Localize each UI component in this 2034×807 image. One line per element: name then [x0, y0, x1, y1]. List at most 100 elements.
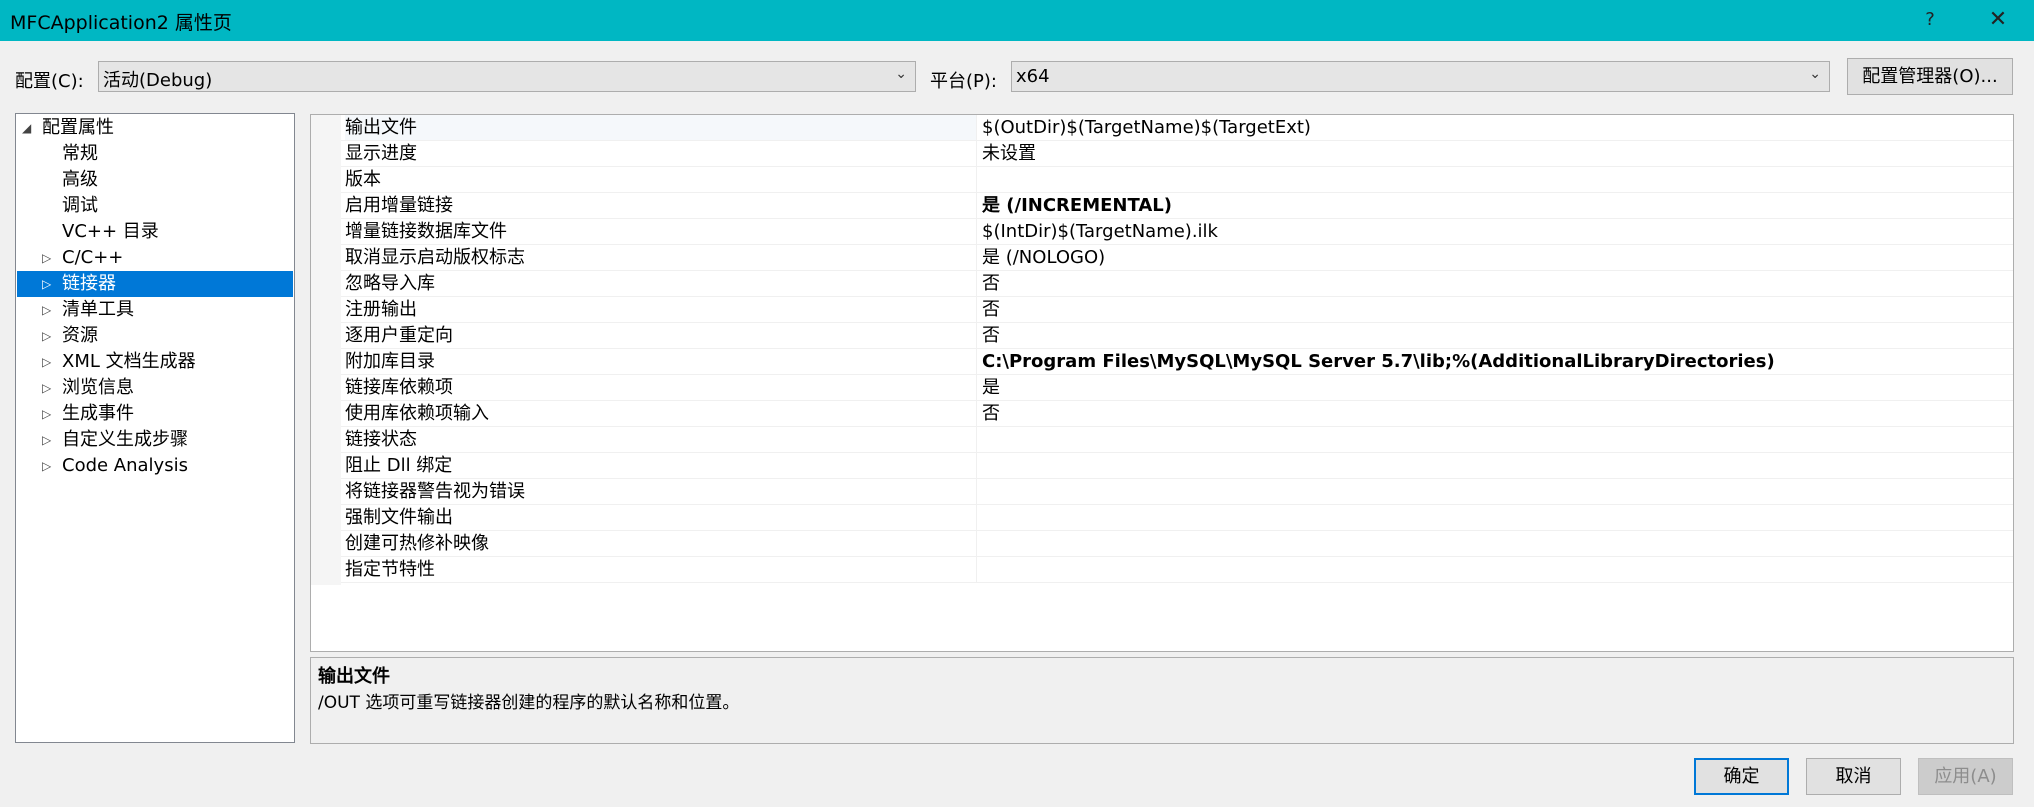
- property-row[interactable]: 增量链接数据库文件 $(IntDir)$(TargetName).ilk: [341, 219, 2013, 245]
- collapsed-arrow-icon[interactable]: ▷: [42, 375, 51, 401]
- property-name: 增量链接数据库文件: [345, 219, 977, 244]
- tree-item-label: Code Analysis: [62, 455, 188, 476]
- property-value[interactable]: 是 (/INCREMENTAL): [982, 193, 1172, 218]
- property-row[interactable]: 忽略导入库否: [341, 271, 2013, 297]
- property-name: 阻止 Dll 绑定: [345, 453, 977, 478]
- tree-item[interactable]: ◢ 配置属性: [17, 115, 293, 141]
- tree-item-label: 自定义生成步骤: [62, 429, 188, 450]
- property-value[interactable]: 未设置: [982, 141, 1036, 166]
- property-row[interactable]: 输出文件 $(OutDir)$(TargetName)$(TargetExt): [341, 115, 2013, 141]
- collapsed-arrow-icon[interactable]: ▷: [42, 453, 51, 479]
- tree-item[interactable]: ▷ C/C++: [17, 245, 293, 271]
- property-name: 附加库目录: [345, 349, 977, 374]
- tree-item-label: 浏览信息: [62, 377, 134, 398]
- cancel-button[interactable]: 取消: [1806, 758, 1901, 795]
- tree-item[interactable]: 高级: [17, 167, 293, 193]
- collapsed-arrow-icon[interactable]: ▷: [42, 323, 51, 349]
- tree-item[interactable]: ▷ 清单工具: [17, 297, 293, 323]
- collapsed-arrow-icon[interactable]: ▷: [42, 349, 51, 375]
- tree-item[interactable]: ▷ 自定义生成步骤: [17, 427, 293, 453]
- tree-item[interactable]: ▷ XML 文档生成器: [17, 349, 293, 375]
- tree-item-label: 高级: [62, 169, 98, 190]
- property-name: 将链接器警告视为错误: [345, 479, 977, 504]
- tree-item-label: 生成事件: [62, 403, 134, 424]
- tree-item-label: 清单工具: [62, 299, 134, 320]
- tree-item[interactable]: VC++ 目录: [17, 219, 293, 245]
- expanded-arrow-icon[interactable]: ◢: [22, 115, 31, 141]
- property-name: 强制文件输出: [345, 505, 977, 530]
- property-row[interactable]: 将链接器警告视为错误: [341, 479, 2013, 505]
- property-value[interactable]: C:\Program Files\MySQL\MySQL Server 5.7\…: [982, 349, 1775, 374]
- apply-button[interactable]: 应用(A): [1918, 758, 2013, 795]
- property-name: 指定节特性: [345, 557, 977, 582]
- property-name: 创建可热修补映像: [345, 531, 977, 556]
- property-value[interactable]: 是 (/NOLOGO): [982, 245, 1105, 270]
- property-value[interactable]: 否: [982, 297, 1000, 322]
- property-name: 注册输出: [345, 297, 977, 322]
- config-manager-button[interactable]: 配置管理器(O)...: [1847, 58, 2013, 95]
- window-title: MFCApplication2 属性页: [10, 12, 232, 34]
- property-row[interactable]: 取消显示启动版权标志是 (/NOLOGO): [341, 245, 2013, 271]
- property-row[interactable]: 显示进度 未设置: [341, 141, 2013, 167]
- property-tree[interactable]: ◢ 配置属性 常规 高级 调试 VC++ 目录 ▷ C/C++ ▷ 链接器 ▷ 清单工具 ▷ 资源 ▷ XML…: [15, 113, 295, 743]
- property-name: 使用库依赖项输入: [345, 401, 977, 426]
- property-row[interactable]: 注册输出否: [341, 297, 2013, 323]
- ok-button[interactable]: 确定: [1694, 758, 1789, 795]
- property-value[interactable]: $(OutDir)$(TargetName)$(TargetExt): [982, 115, 1311, 140]
- property-row[interactable]: 阻止 Dll 绑定: [341, 453, 2013, 479]
- property-row[interactable]: 指定节特性: [341, 557, 2013, 583]
- property-value[interactable]: $(IntDir)$(TargetName).ilk: [982, 219, 1218, 244]
- property-name: 链接状态: [345, 427, 977, 452]
- property-name: 显示进度: [345, 141, 977, 166]
- collapsed-arrow-icon[interactable]: ▷: [42, 297, 51, 323]
- tree-item[interactable]: ▷ 资源: [17, 323, 293, 349]
- property-name: 链接库依赖项: [345, 375, 977, 400]
- property-value[interactable]: 否: [982, 271, 1000, 296]
- tree-item[interactable]: ▷ Code Analysis: [17, 453, 293, 479]
- tree-item[interactable]: ▷ 生成事件: [17, 401, 293, 427]
- tree-item[interactable]: ▷ 链接器: [17, 271, 293, 297]
- config-select[interactable]: 活动(Debug) ⌄: [98, 61, 916, 92]
- tree-item-label: 常规: [62, 143, 98, 164]
- tree-item-label: 调试: [62, 195, 98, 216]
- tree-item[interactable]: 调试: [17, 193, 293, 219]
- chevron-down-icon: ⌄: [1809, 66, 1821, 82]
- description-pane: 输出文件 /OUT 选项可重写链接器创建的程序的默认名称和位置。: [310, 657, 2014, 744]
- title-bar: MFCApplication2 属性页 ? ✕: [0, 0, 2034, 41]
- property-name: 逐用户重定向: [345, 323, 977, 348]
- property-value[interactable]: 否: [982, 401, 1000, 426]
- property-grid[interactable]: 输出文件 $(OutDir)$(TargetName)$(TargetExt) 显示…: [310, 114, 2014, 652]
- chevron-down-icon: ⌄: [895, 66, 907, 82]
- close-button[interactable]: ✕: [1976, 4, 2020, 36]
- property-name: 忽略导入库: [345, 271, 977, 296]
- collapsed-arrow-icon[interactable]: ▷: [42, 427, 51, 453]
- property-row[interactable]: 逐用户重定向否: [341, 323, 2013, 349]
- platform-select-value: x64: [1016, 66, 1050, 87]
- description-text: /OUT 选项可重写链接器创建的程序的默认名称和位置。: [318, 693, 740, 713]
- property-value[interactable]: 否: [982, 323, 1000, 348]
- tree-item-label: VC++ 目录: [62, 221, 159, 242]
- tree-item[interactable]: ▷ 浏览信息: [17, 375, 293, 401]
- property-name: 版本: [345, 167, 977, 192]
- property-row[interactable]: 附加库目录 C:\Program Files\MySQL\MySQL Server…: [341, 349, 2013, 375]
- collapsed-arrow-icon[interactable]: ▷: [42, 245, 51, 271]
- tree-item-label: 配置属性: [42, 117, 114, 138]
- property-row[interactable]: 版本: [341, 167, 2013, 193]
- help-button[interactable]: ?: [1910, 4, 1950, 36]
- property-row[interactable]: 启用增量链接是 (/INCREMENTAL): [341, 193, 2013, 219]
- collapsed-arrow-icon[interactable]: ▷: [42, 271, 51, 297]
- property-value[interactable]: 是: [982, 375, 1000, 400]
- property-row[interactable]: 创建可热修补映像: [341, 531, 2013, 557]
- tree-item-label: 资源: [62, 325, 98, 346]
- platform-label: 平台(P):: [930, 71, 997, 92]
- property-row[interactable]: 使用库依赖项输入否: [341, 401, 2013, 427]
- property-row[interactable]: 链接状态: [341, 427, 2013, 453]
- tree-item[interactable]: 常规: [17, 141, 293, 167]
- platform-select[interactable]: x64 ⌄: [1011, 61, 1830, 92]
- collapsed-arrow-icon[interactable]: ▷: [42, 401, 51, 427]
- tree-item-label: C/C++: [62, 247, 124, 268]
- tree-item-label: XML 文档生成器: [62, 351, 196, 372]
- property-name: 取消显示启动版权标志: [345, 245, 977, 270]
- property-row[interactable]: 链接库依赖项是: [341, 375, 2013, 401]
- property-row[interactable]: 强制文件输出: [341, 505, 2013, 531]
